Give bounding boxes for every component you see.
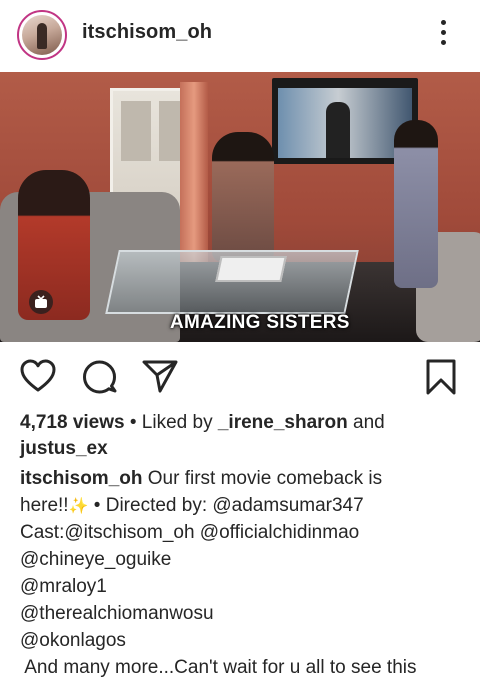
caption-text: • Directed by: @adamsumar347	[93, 495, 364, 516]
post-video[interactable]: AMAZING SISTERS	[0, 72, 480, 342]
caption-username[interactable]: itschisom_oh	[20, 468, 142, 489]
username[interactable]: itschisom_oh	[82, 21, 212, 44]
caption-line-2: here!!✨ • Directed by: @adamsumar347	[20, 495, 364, 517]
mention-therealchiomanwosu[interactable]: @therealchiomanwosu	[20, 603, 214, 625]
action-bar	[0, 358, 480, 398]
caption-line-1: itschisom_oh Our first movie comeback is	[20, 468, 382, 490]
mention-okonlagos[interactable]: @okonlagos	[20, 630, 126, 652]
more-options-icon[interactable]	[436, 20, 450, 50]
caption-line-3: Cast:@itschisom_oh @officialchidinmao	[20, 522, 360, 543]
caption-text: here!!	[20, 495, 69, 516]
share-icon[interactable]	[141, 358, 179, 394]
views-line: 4,718 views • Liked by _irene_sharon and	[20, 412, 385, 434]
mention-chineye[interactable]: @chineye_oguike	[20, 549, 171, 571]
igtv-icon[interactable]	[29, 290, 53, 314]
heart-icon[interactable]	[19, 358, 57, 394]
caption-text: Our first movie comeback is	[147, 468, 383, 489]
sparkle-emoji: ✨	[68, 498, 89, 515]
liked-by-user[interactable]: _irene_sharon	[218, 412, 348, 433]
mention-mraloy[interactable]: @mraloy1	[20, 576, 107, 598]
liked-by-user-2[interactable]: justus_ex	[20, 438, 108, 460]
liked-by-label: • Liked by	[129, 412, 213, 433]
view-count[interactable]: 4,718 views	[20, 412, 125, 433]
avatar[interactable]	[17, 10, 67, 60]
comment-icon[interactable]	[80, 358, 118, 394]
video-caption-overlay: AMAZING SISTERS	[170, 312, 350, 333]
bookmark-icon[interactable]	[424, 358, 458, 396]
and-label: and	[353, 412, 385, 433]
caption-line-8: And many more...Can't wait for u all to …	[20, 657, 417, 678]
post-header: itschisom_oh	[0, 0, 480, 70]
